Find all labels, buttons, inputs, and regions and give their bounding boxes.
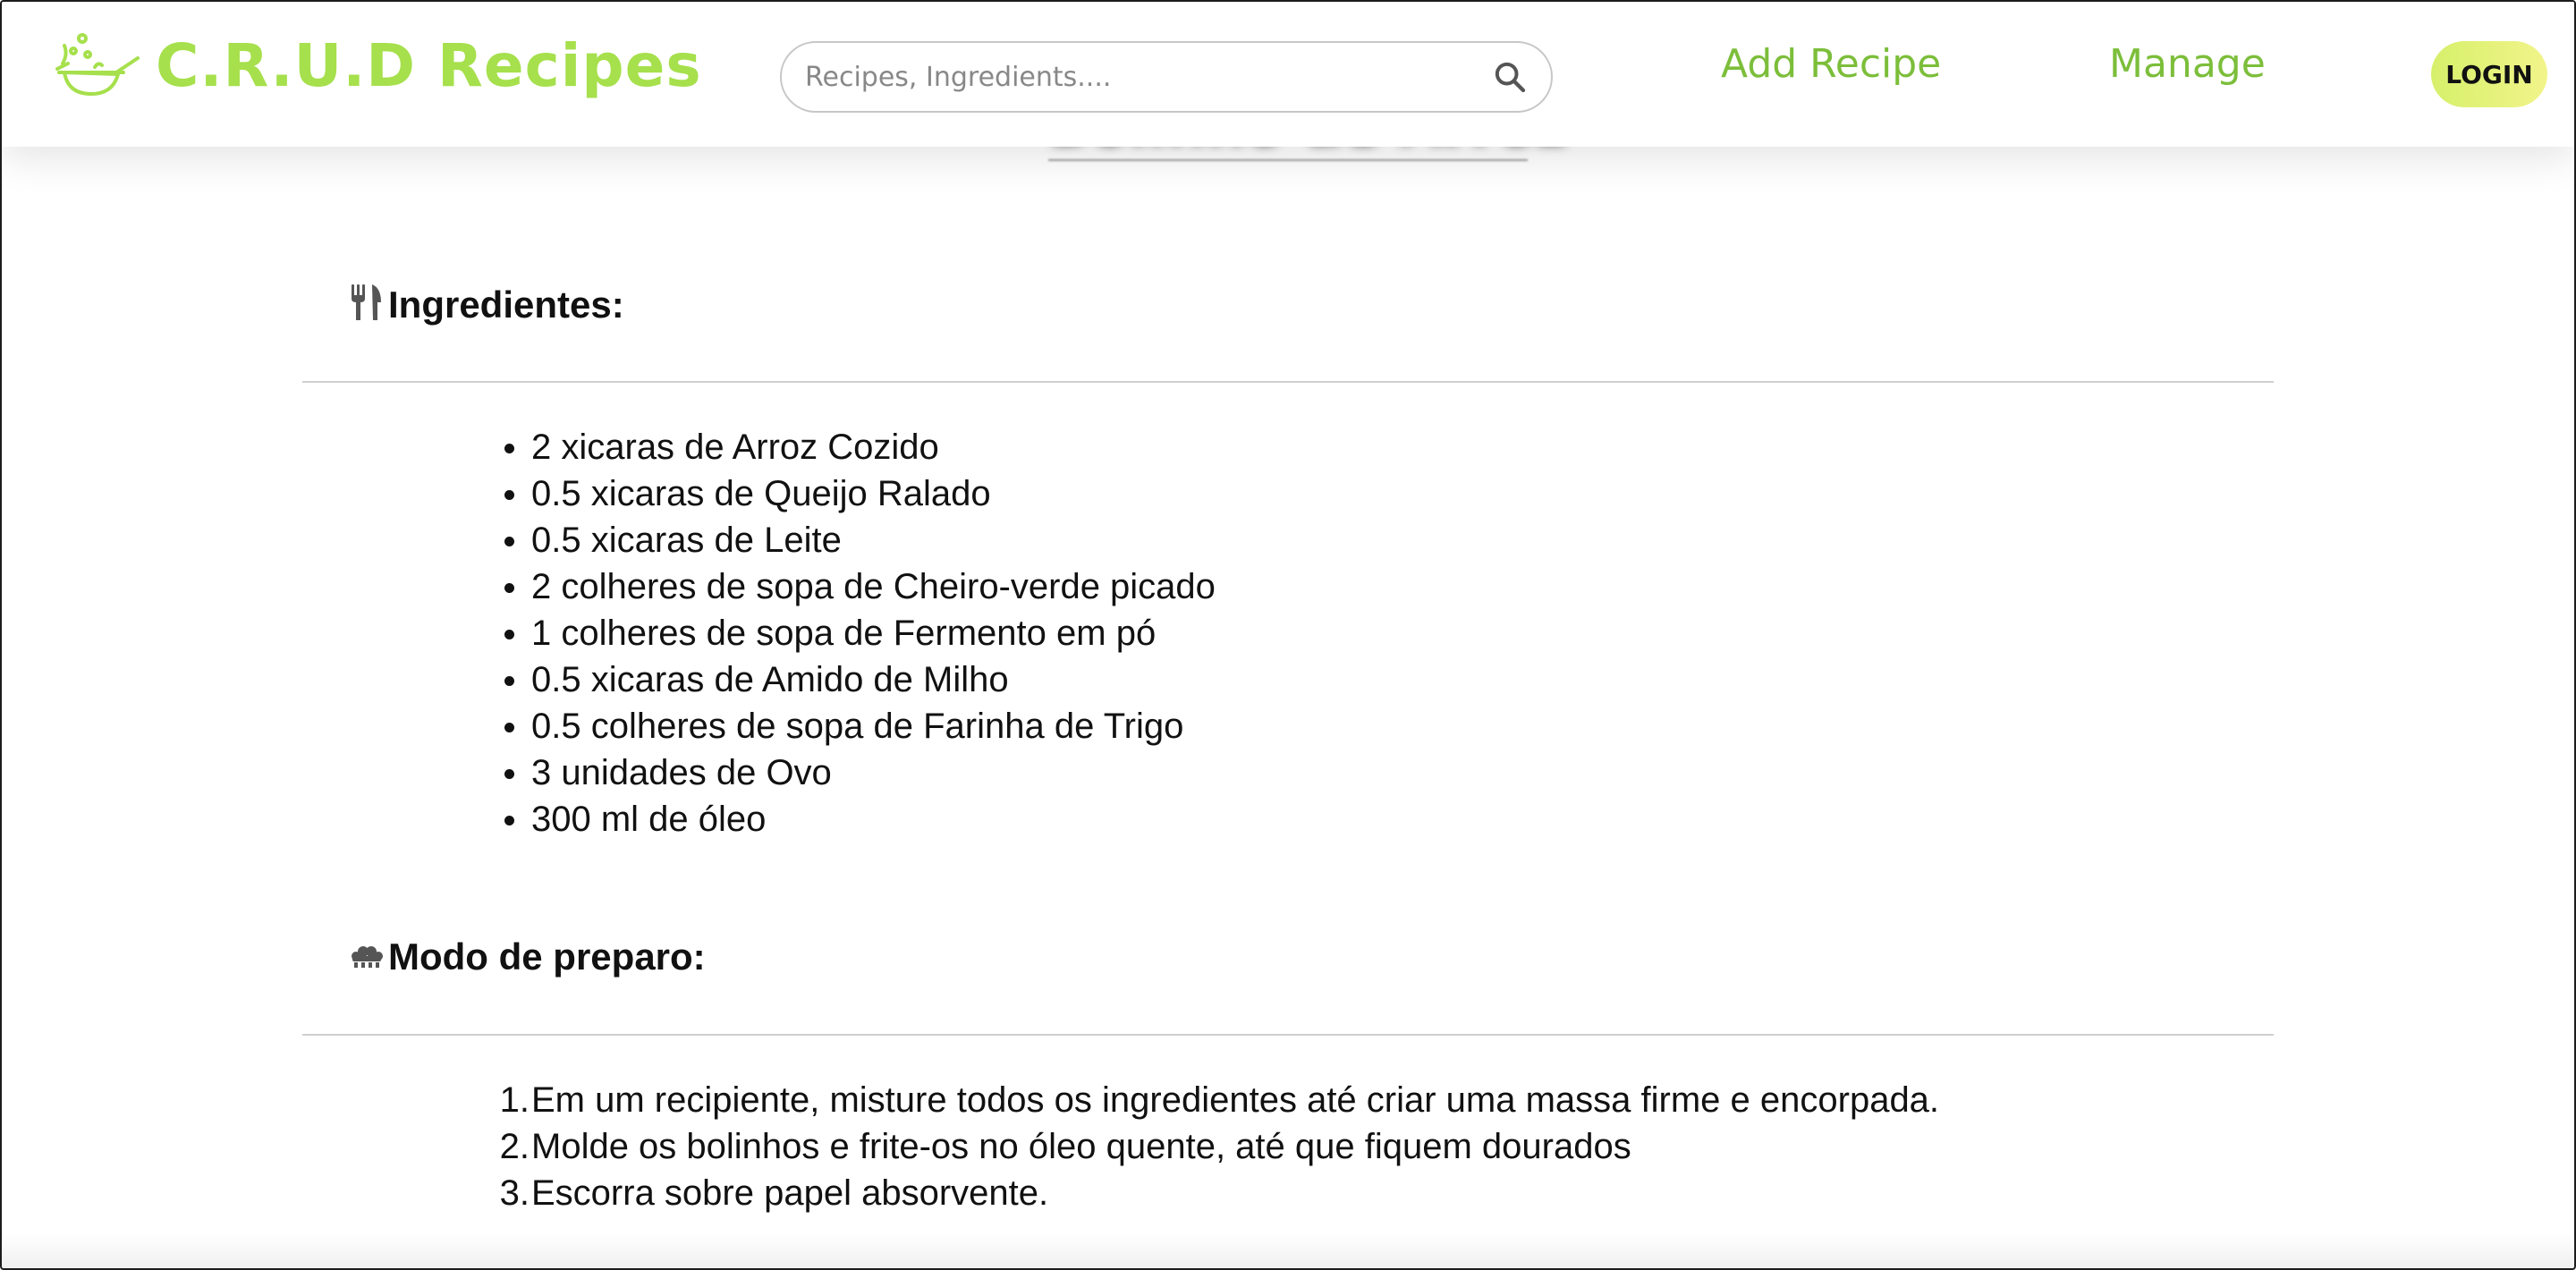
ingredient-item: 1 colheres de sopa de Fermento em pó	[504, 610, 1216, 656]
step-item: 2. Molde os bolinhos e frite-os no óleo …	[500, 1123, 1939, 1170]
utensils-icon	[349, 283, 385, 326]
step-item: 3. Escorra sobre papel absorvente.	[500, 1170, 1939, 1216]
steps-divider	[302, 1034, 2274, 1036]
site-logo[interactable]: C.R.U.D Recipes	[55, 25, 702, 106]
steps-heading-label: Modo de preparo:	[388, 936, 706, 978]
nav-add-recipe[interactable]: Add Recipe	[1721, 41, 1941, 87]
nav-manage[interactable]: Manage	[2109, 41, 2266, 87]
chef-hat-icon	[349, 942, 385, 973]
ingredients-divider	[302, 381, 2274, 383]
recipe-title-underline	[1048, 159, 1528, 161]
step-item: 1. Em um recipiente, misture todos os in…	[500, 1077, 1940, 1123]
browser-viewport: Bolinho de Arroz	[0, 0, 2576, 1270]
step-number: 3.	[499, 1173, 530, 1213]
step-number: 2.	[499, 1127, 530, 1166]
ingredient-item: 0.5 xicaras de Leite	[504, 517, 1216, 563]
step-text: Escorra sobre papel absorvente.	[531, 1173, 1049, 1213]
bottom-shadow	[2, 1232, 2574, 1268]
ingredient-item: 2 colheres de sopa de Cheiro-verde picad…	[504, 563, 1216, 610]
ingredient-item: 0.5 xicaras de Amido de Milho	[504, 656, 1216, 703]
site-logo-text: C.R.U.D Recipes	[156, 30, 702, 100]
step-text: Molde os bolinhos e frite-os no óleo que…	[531, 1127, 1631, 1166]
site-header: C.R.U.D Recipes Add Recipe Manage LOGIN	[2, 2, 2574, 147]
ingredient-item: 300 ml de óleo	[504, 796, 1216, 842]
ingredients-heading-label: Ingredientes:	[388, 283, 624, 326]
ingredient-item: 3 unidades de Ovo	[504, 749, 1216, 796]
steps-list: 1. Em um recipiente, misture todos os in…	[500, 1077, 1940, 1216]
ingredient-item: 2 xicaras de Arroz Cozido	[504, 424, 1216, 470]
ingredient-item: 0.5 xicaras de Queijo Ralado	[504, 470, 1216, 517]
wok-icon	[55, 28, 141, 103]
step-text: Em um recipiente, misture todos os ingre…	[531, 1080, 1940, 1120]
ingredient-item: 0.5 colheres de sopa de Farinha de Trigo	[504, 703, 1216, 749]
step-number: 1.	[499, 1080, 530, 1120]
login-button[interactable]: LOGIN	[2431, 41, 2547, 107]
search-icon[interactable]	[1490, 57, 1530, 97]
ingredients-heading: Ingredientes:	[349, 283, 624, 326]
search-bar	[780, 41, 1553, 113]
ingredients-list: 2 xicaras de Arroz Cozido 0.5 xicaras de…	[504, 424, 1216, 842]
steps-heading: Modo de preparo:	[349, 936, 706, 978]
search-input[interactable]	[805, 61, 1490, 93]
